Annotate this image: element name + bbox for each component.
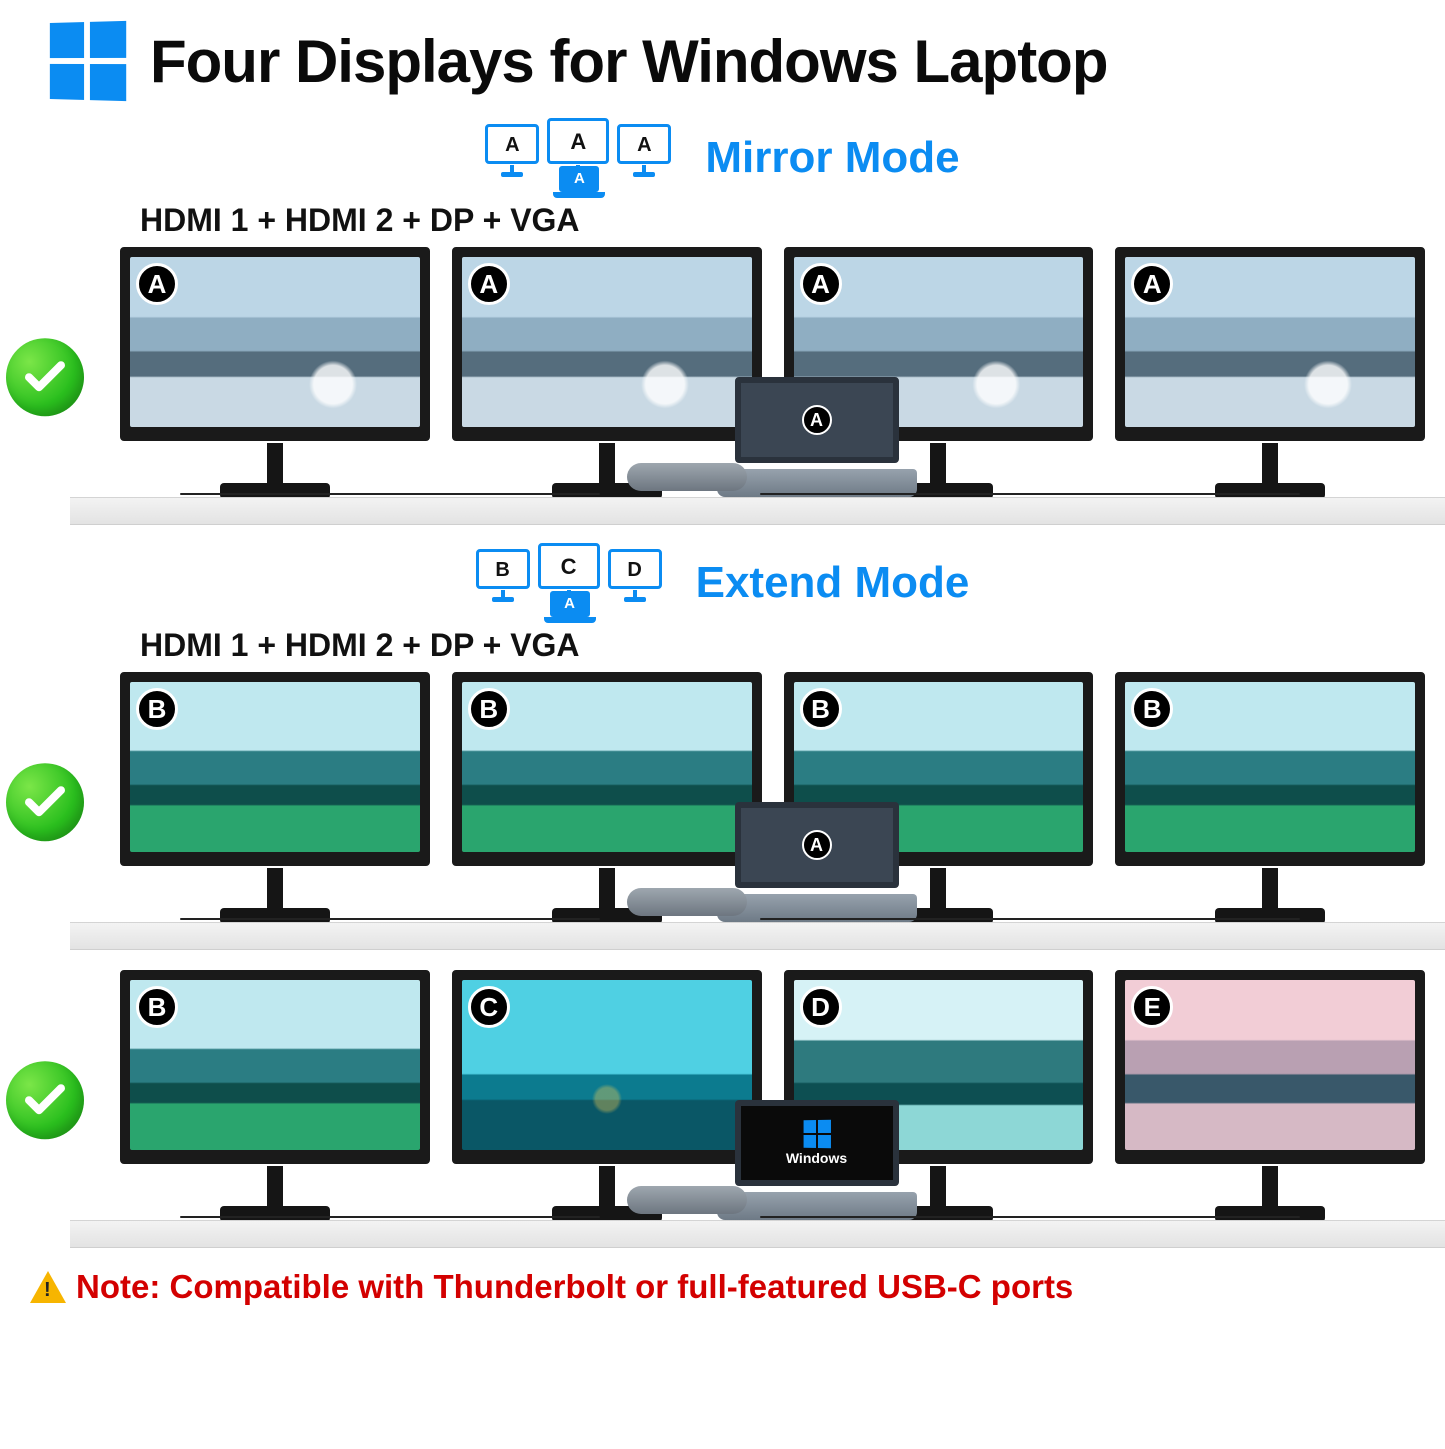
extend-mode-label: Extend Mode: [696, 558, 970, 608]
mirror-mode-label: Mirror Mode: [705, 133, 959, 183]
monitor-badge: B: [468, 688, 510, 730]
mini-monitor-label: A: [505, 134, 519, 156]
monitor: B: [452, 672, 762, 866]
extend-mini-diagram: B C D A: [476, 543, 666, 623]
mirror-mini-diagram: A A A A: [485, 118, 675, 198]
monitor-badge: C: [468, 986, 510, 1028]
checkmark-icon: [6, 338, 84, 416]
header: Four Displays for Windows Laptop: [0, 0, 1445, 110]
note-text: Note: Compatible with Thunderbolt or ful…: [76, 1268, 1073, 1306]
mini-monitor-label: A: [637, 134, 651, 156]
monitor-badge: D: [800, 986, 842, 1028]
monitor: A: [1115, 247, 1425, 441]
monitor-badge: B: [800, 688, 842, 730]
desk-surface: [70, 497, 1445, 525]
mini-laptop-label: A: [574, 170, 585, 187]
usb-hub-icon: [627, 463, 747, 491]
monitor-badge: A: [468, 263, 510, 305]
laptop: Windows: [717, 1100, 917, 1220]
monitor: B: [120, 970, 430, 1164]
checkmark-icon: [6, 1061, 84, 1139]
mini-monitor-label: C: [561, 554, 577, 579]
mini-laptop-label: A: [564, 595, 575, 612]
mirror-mode-title-row: A A A A Mirror Mode: [0, 118, 1445, 198]
mirror-ports-line: HDMI 1 + HDMI 2 + DP + VGA: [140, 202, 1445, 239]
checkmark-icon: [6, 763, 84, 841]
extend-section-2: B C D E Windows: [0, 968, 1445, 1248]
desk-surface: [70, 1220, 1445, 1248]
laptop: A: [717, 377, 917, 497]
warning-icon: [30, 1271, 66, 1303]
monitor-badge: A: [800, 263, 842, 305]
usb-hub-icon: [627, 888, 747, 916]
monitor: B: [120, 672, 430, 866]
extend-ports-line: HDMI 1 + HDMI 2 + DP + VGA: [140, 627, 1445, 664]
monitor: A: [120, 247, 430, 441]
laptop-badge: A: [802, 830, 832, 860]
monitor: E: [1115, 970, 1425, 1164]
laptop-badge: A: [802, 405, 832, 435]
usb-hub-icon: [627, 1186, 747, 1214]
windows-logo-icon: [803, 1120, 830, 1149]
note-row: Note: Compatible with Thunderbolt or ful…: [0, 1248, 1445, 1306]
page-title: Four Displays for Windows Laptop: [150, 27, 1107, 96]
laptop-os-label: Windows: [786, 1150, 847, 1166]
monitor: C: [452, 970, 762, 1164]
desk-surface: [70, 922, 1445, 950]
monitor: A: [452, 247, 762, 441]
windows-logo-icon: [50, 21, 126, 101]
laptop: A: [717, 802, 917, 922]
mini-monitor-label: D: [627, 559, 641, 581]
extend-mode-title-row: B C D A Extend Mode: [0, 543, 1445, 623]
mirror-section: HDMI 1 + HDMI 2 + DP + VGA A A A: [0, 202, 1445, 525]
mini-monitor-label: A: [570, 129, 586, 154]
mini-monitor-label: B: [495, 559, 509, 581]
monitor: B: [1115, 672, 1425, 866]
extend-section-1: HDMI 1 + HDMI 2 + DP + VGA B B B: [0, 627, 1445, 950]
